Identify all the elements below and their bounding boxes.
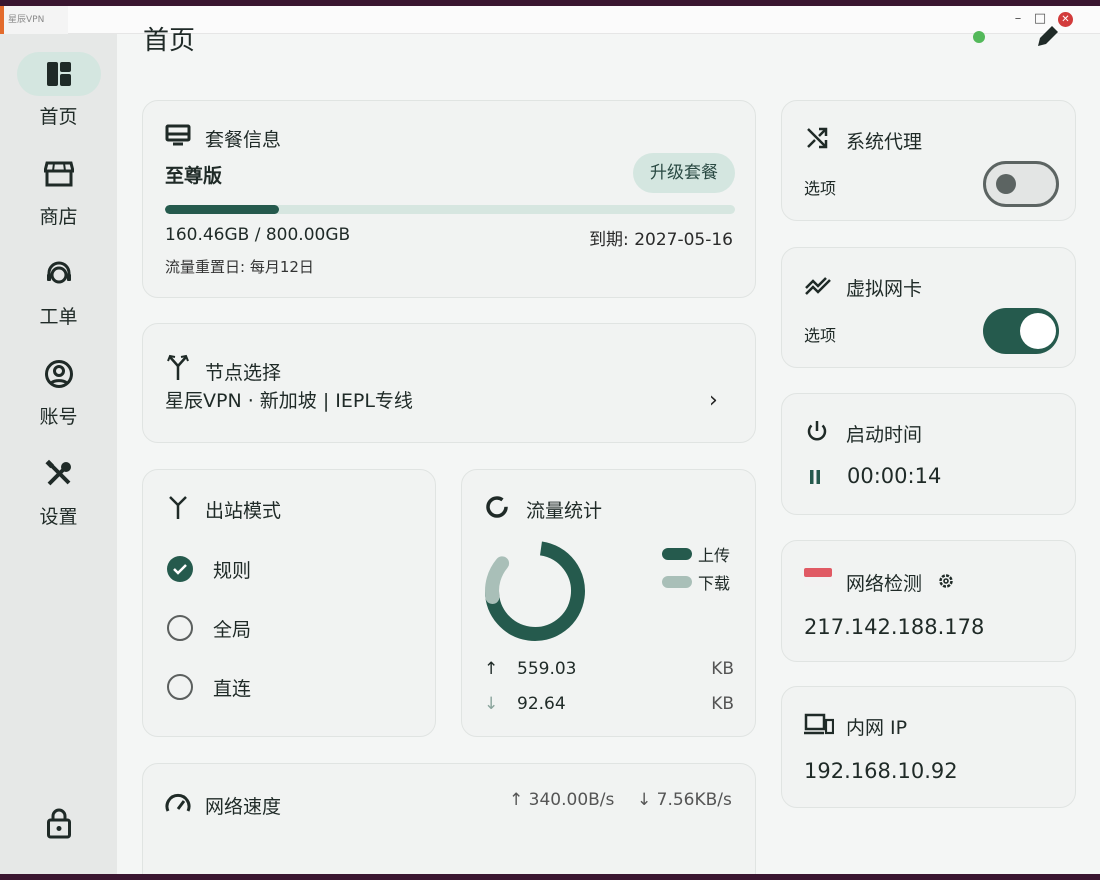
page-title: 首页 bbox=[143, 26, 196, 56]
lock-icon[interactable] bbox=[42, 804, 76, 842]
legend-upload: 上传 bbox=[662, 542, 730, 566]
sidebar-item-label: 商店 bbox=[39, 206, 78, 228]
devices-icon bbox=[804, 711, 834, 737]
legend-label: 下载 bbox=[698, 574, 731, 593]
plan-name: 至尊版 bbox=[165, 165, 223, 187]
chevron-right-icon[interactable]: › bbox=[709, 388, 718, 413]
lan-card-title: 内网 IP bbox=[846, 717, 908, 739]
usage-progress-fill bbox=[165, 205, 280, 214]
uptime-value: 00:00:14 bbox=[847, 464, 942, 488]
traffic-card-title: 流量统计 bbox=[526, 500, 603, 522]
edit-icon[interactable] bbox=[1034, 24, 1064, 50]
sidebar-item-label: 工单 bbox=[39, 306, 78, 328]
account-circle-icon bbox=[17, 352, 101, 396]
plan-card-title: 套餐信息 bbox=[205, 129, 282, 151]
upload-speed: ↑ 340.00B/s bbox=[509, 790, 615, 810]
radio-icon[interactable] bbox=[167, 615, 193, 641]
mode-option-rule[interactable]: 规则 bbox=[167, 554, 251, 584]
store-icon bbox=[17, 152, 101, 196]
trending-icon bbox=[804, 272, 832, 298]
sidebar-item-store[interactable]: 商店 bbox=[0, 152, 117, 229]
public-ip: 217.142.188.178 bbox=[804, 615, 985, 639]
usage-progress-bar bbox=[165, 205, 735, 214]
mode-option-label: 直连 bbox=[213, 677, 252, 700]
singapore-flag-icon bbox=[804, 567, 832, 587]
sidebar-item-label: 首页 bbox=[39, 106, 78, 128]
support-agent-icon bbox=[17, 252, 101, 296]
radio-icon[interactable] bbox=[167, 674, 193, 700]
proxy-card-title: 系统代理 bbox=[846, 131, 923, 153]
toggle-knob bbox=[996, 174, 1016, 194]
speedometer-icon bbox=[165, 790, 191, 816]
app-window: 星辰VPN – □ ✕ 首页 商店 工单 账号 设置 首页 套餐信息 至尊版 升… bbox=[0, 6, 1100, 874]
gear-icon[interactable] bbox=[936, 571, 956, 591]
upgrade-plan-button[interactable]: 升级套餐 bbox=[633, 153, 735, 193]
proxy-option-label: 选项 bbox=[804, 179, 837, 198]
toggle-knob bbox=[1020, 313, 1056, 349]
traffic-stats-card: 流量统计 上传 下载 ↑ 559.03 KB ↓ 92.64 KB bbox=[461, 469, 756, 737]
reset-day: 流量重置日: 每月12日 bbox=[165, 258, 314, 276]
speed-card-title: 网络速度 bbox=[205, 796, 282, 818]
sidebar-item-settings[interactable]: 设置 bbox=[0, 452, 117, 529]
mode-option-label: 全局 bbox=[213, 618, 252, 641]
lan-ip-card: 内网 IP 192.168.10.92 bbox=[781, 686, 1076, 808]
shuffle-icon bbox=[804, 125, 830, 151]
connection-status-dot bbox=[973, 31, 985, 43]
legend-swatch-upload bbox=[662, 548, 692, 560]
outbound-mode-card: 出站模式 规则 全局 直连 bbox=[142, 469, 436, 737]
tun-option-label: 选项 bbox=[804, 326, 837, 345]
node-select-card[interactable]: 节点选择 星辰VPN · 新加坡 | IEPL专线 › bbox=[142, 323, 756, 443]
sidebar-item-account[interactable]: 账号 bbox=[0, 352, 117, 429]
network-speed-card: 网络速度 ↑ 340.00B/s ↓ 7.56KB/s bbox=[142, 763, 756, 874]
download-speed: ↓ 7.56KB/s bbox=[637, 790, 732, 810]
mode-option-direct[interactable]: 直连 bbox=[167, 672, 251, 702]
arrow-down-icon: ↓ bbox=[484, 694, 499, 714]
sidebar-item-tickets[interactable]: 工单 bbox=[0, 252, 117, 329]
plan-card: 套餐信息 至尊版 升级套餐 160.46GB / 800.00GB 到期: 20… bbox=[142, 100, 756, 298]
legend-label: 上传 bbox=[698, 546, 731, 565]
uptime-card-title: 启动时间 bbox=[846, 424, 923, 446]
mode-card-title: 出站模式 bbox=[205, 500, 282, 522]
radio-checked-icon[interactable] bbox=[167, 556, 193, 582]
network-check-card: 网络检测 217.142.188.178 bbox=[781, 540, 1076, 662]
tools-icon bbox=[17, 452, 101, 496]
upload-unit: KB bbox=[711, 659, 734, 679]
plan-icon bbox=[165, 123, 191, 149]
tun-card: 虚拟网卡 选项 bbox=[781, 247, 1076, 368]
mode-option-global[interactable]: 全局 bbox=[167, 613, 251, 643]
lan-ip: 192.168.10.92 bbox=[804, 759, 958, 783]
tun-card-title: 虚拟网卡 bbox=[846, 278, 923, 300]
node-card-title: 节点选择 bbox=[205, 362, 282, 384]
tun-toggle[interactable] bbox=[983, 308, 1059, 354]
pause-icon[interactable] bbox=[808, 468, 822, 486]
app-tab-accent bbox=[0, 6, 4, 36]
sidebar-item-label: 账号 bbox=[39, 406, 78, 428]
sidebar: 首页 商店 工单 账号 设置 bbox=[0, 34, 117, 874]
app-tab-label: 星辰VPN bbox=[8, 15, 45, 25]
app-tab: 星辰VPN bbox=[0, 6, 68, 36]
traffic-donut-chart bbox=[485, 541, 585, 641]
legend-swatch-download bbox=[662, 576, 692, 588]
uptime-card: 启动时间 00:00:14 bbox=[781, 393, 1076, 515]
system-proxy-card: 系统代理 选项 bbox=[781, 100, 1076, 221]
system-proxy-toggle[interactable] bbox=[983, 161, 1059, 207]
arrow-up-icon: ↑ bbox=[484, 659, 499, 679]
sidebar-item-label: 设置 bbox=[39, 506, 78, 528]
expire-date: 到期: 2027-05-16 bbox=[589, 230, 733, 250]
route-icon bbox=[165, 494, 191, 520]
download-value: 92.64 bbox=[517, 694, 566, 714]
download-unit: KB bbox=[711, 694, 734, 714]
fork-icon bbox=[165, 354, 191, 380]
node-name: 星辰VPN · 新加坡 | IEPL专线 bbox=[165, 390, 413, 412]
netcheck-card-title: 网络检测 bbox=[846, 573, 923, 595]
mode-option-label: 规则 bbox=[213, 559, 252, 582]
sidebar-item-home[interactable]: 首页 bbox=[0, 52, 117, 129]
usage-text: 160.46GB / 800.00GB bbox=[165, 225, 351, 245]
minimize-button[interactable]: – bbox=[1010, 11, 1026, 26]
upload-value: 559.03 bbox=[517, 659, 577, 679]
power-icon bbox=[804, 418, 830, 444]
donut-icon bbox=[484, 494, 510, 520]
legend-download: 下载 bbox=[662, 570, 730, 594]
dashboard-icon bbox=[16, 52, 101, 96]
